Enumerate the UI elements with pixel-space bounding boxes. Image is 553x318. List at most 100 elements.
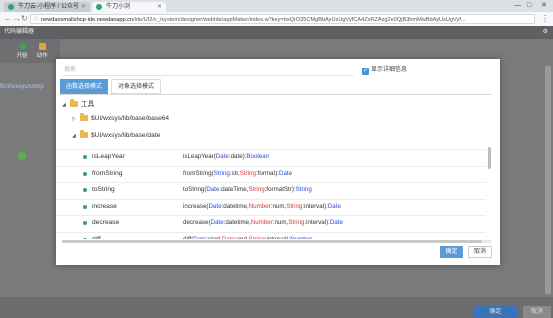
signature-text: :num, xyxy=(270,202,287,210)
browser-menu-icon[interactable]: ⋮ xyxy=(541,13,549,25)
search-input[interactable]: 搜索 xyxy=(62,65,354,76)
favicon-icon xyxy=(96,4,102,10)
address-bar: ← → ↻ ⓘ newdaosmallshop-ide.newdaoapp.cn… xyxy=(0,12,553,27)
signature-text: isLeapYear( xyxy=(183,153,216,160)
signature-text: :end, xyxy=(234,235,249,240)
signature-type: Number xyxy=(250,219,273,226)
signature-text: :format): xyxy=(255,169,279,177)
browser-tab-label: 牛刀云-小程序 / 公众号 xyxy=(18,4,79,10)
scroll-thumb[interactable] xyxy=(62,240,482,243)
flow-node[interactable] xyxy=(18,152,26,160)
favicon-icon xyxy=(8,4,14,10)
signature-type: Date xyxy=(193,235,207,240)
signature-type: String xyxy=(248,235,265,240)
method-dot-icon xyxy=(83,237,87,239)
tool-start-label: 开始 xyxy=(16,53,28,59)
gear-icon[interactable]: ⚙ xyxy=(543,26,548,39)
signature-type: Date xyxy=(327,202,341,210)
signature-type: Date xyxy=(221,235,235,240)
signature-text: :date): xyxy=(228,153,247,160)
signature-text: :start, xyxy=(206,235,222,240)
tool-start[interactable]: 开始 xyxy=(14,41,30,59)
close-tab-icon[interactable]: ✕ xyxy=(157,2,162,12)
back-arrow-icon[interactable]: ← xyxy=(4,13,12,25)
signature-text: :interval): xyxy=(264,235,291,240)
signature-text: :formatStr): xyxy=(264,186,296,193)
caret-down-icon[interactable]: ◢ xyxy=(72,130,76,142)
method-row[interactable]: decrease decrease(Date:datetime,Number:nu… xyxy=(56,215,486,230)
cancel-button[interactable]: 取消 xyxy=(468,246,492,258)
caret-down-icon[interactable]: ◢ xyxy=(62,99,66,111)
method-signature: fromString(String:str,String:format):Dat… xyxy=(183,167,292,181)
method-dot-icon xyxy=(83,155,87,159)
signature-type: Date xyxy=(208,202,222,210)
reload-icon[interactable]: ↻ xyxy=(21,13,28,25)
browser-tab-bar: 牛刀云-小程序 / 公众号 ✕ 牛刀小浏 ✕ — □ ✕ xyxy=(0,0,553,12)
method-row[interactable]: toString toString(Date:dateTime,String:fo… xyxy=(56,182,486,197)
url-path: /ide/UI2/v_/system/designer/webIde/appMa… xyxy=(133,17,466,23)
signature-type: String xyxy=(286,202,303,210)
tree-node-content: $UI/wxsys/lib/base/base64 xyxy=(80,113,169,125)
method-dot-icon xyxy=(83,188,87,192)
signature-text: :num, xyxy=(272,219,289,226)
method-name: diff xyxy=(92,235,101,240)
close-tab-icon[interactable]: ✕ xyxy=(81,2,86,12)
method-signature: increase(Date:datetime,Number:num,String… xyxy=(183,200,341,214)
signature-type: String xyxy=(239,169,256,177)
tab-object-mode[interactable]: 对象选择模式 xyxy=(111,79,161,94)
signature-text: toString( xyxy=(183,186,207,193)
method-dot-icon xyxy=(83,221,87,225)
method-name: toString xyxy=(92,186,115,193)
tool-action[interactable]: 动作 xyxy=(34,41,50,59)
signature-type: Date xyxy=(210,219,224,226)
signature-type: Date xyxy=(206,186,220,193)
method-signature: toString(Date:dateTime,String:formatStr)… xyxy=(183,183,312,197)
tree-node-content: $UI/wxsys/lib/base/date xyxy=(80,130,160,142)
signature-type: Number xyxy=(290,235,313,240)
method-signature: decrease(Date:datetime,Number:num,String… xyxy=(183,216,343,230)
signature-type: String xyxy=(295,186,312,193)
folder-icon xyxy=(80,113,88,121)
signature-text: :dateTime, xyxy=(219,186,249,193)
app-cancel-button[interactable]: 取消 xyxy=(523,306,551,318)
method-name: isLeapYear xyxy=(92,153,125,160)
app-header: 代码编辑器 ⚙ xyxy=(0,26,553,39)
method-dot-icon xyxy=(83,171,87,176)
signature-text: :interval): xyxy=(302,202,328,210)
app-ok-button[interactable]: 确定 xyxy=(473,306,518,318)
method-dot-icon xyxy=(83,204,87,209)
signature-text: fromString( xyxy=(183,169,214,177)
tab-divider xyxy=(60,94,492,95)
signature-type: Boolean xyxy=(246,153,270,160)
minimize-icon[interactable]: — xyxy=(514,0,521,12)
start-icon xyxy=(18,43,26,50)
tab-function-mode[interactable]: 函数选择模式 xyxy=(60,79,108,94)
signature-type: Date xyxy=(278,169,293,177)
signature-type: String xyxy=(213,169,230,177)
url-input[interactable]: ⓘ newdaosmallshop-ide.newdaoapp.cn/ide/U… xyxy=(30,14,535,24)
method-row[interactable]: diff diff(Date:start,Date:end,String:inte… xyxy=(56,231,486,240)
browser-tab-2[interactable]: 牛刀小浏 ✕ xyxy=(92,2,166,12)
forward-arrow-icon[interactable]: → xyxy=(13,13,21,25)
signature-text: :datetime, xyxy=(223,219,251,226)
method-row[interactable]: fromString fromString(String:str,String:f… xyxy=(56,165,486,181)
signature-text: diff( xyxy=(183,235,194,240)
show-detail-label: 显示详细信息 xyxy=(371,67,408,73)
signature-type: String xyxy=(248,186,265,193)
browser-tab-1[interactable]: 牛刀云-小程序 / 公众号 ✕ xyxy=(4,2,90,12)
tree-horizontal-scrollbar[interactable] xyxy=(62,240,492,243)
close-window-icon[interactable]: ✕ xyxy=(541,0,547,12)
tree-vertical-scrollbar[interactable] xyxy=(488,147,491,169)
checkbox-checked-icon[interactable]: ✓ xyxy=(362,68,369,75)
show-detail-option[interactable]: ✓ 显示详细信息 xyxy=(362,65,407,75)
caret-right-icon[interactable]: ▷ xyxy=(72,113,76,125)
ok-button[interactable]: 确定 xyxy=(440,246,463,258)
method-row[interactable]: isLeapYear isLeapYear(Date:date):Boolean xyxy=(56,149,486,164)
tool-action-label: 动作 xyxy=(36,53,48,59)
maximize-icon[interactable]: □ xyxy=(527,0,531,12)
method-row[interactable]: increase increase(Date:datetime,Number:nu… xyxy=(56,198,486,214)
function-picker-dialog: 搜索 ✓ 显示详细信息 函数选择模式 对象选择模式 ◢ 工具 ▷ $UI/wxsy… xyxy=(56,59,500,265)
tree-node-label: $UI/wxsys/lib/base/date xyxy=(91,132,161,139)
signature-text: decrease( xyxy=(183,219,211,226)
app-scrollbar[interactable] xyxy=(545,66,551,294)
